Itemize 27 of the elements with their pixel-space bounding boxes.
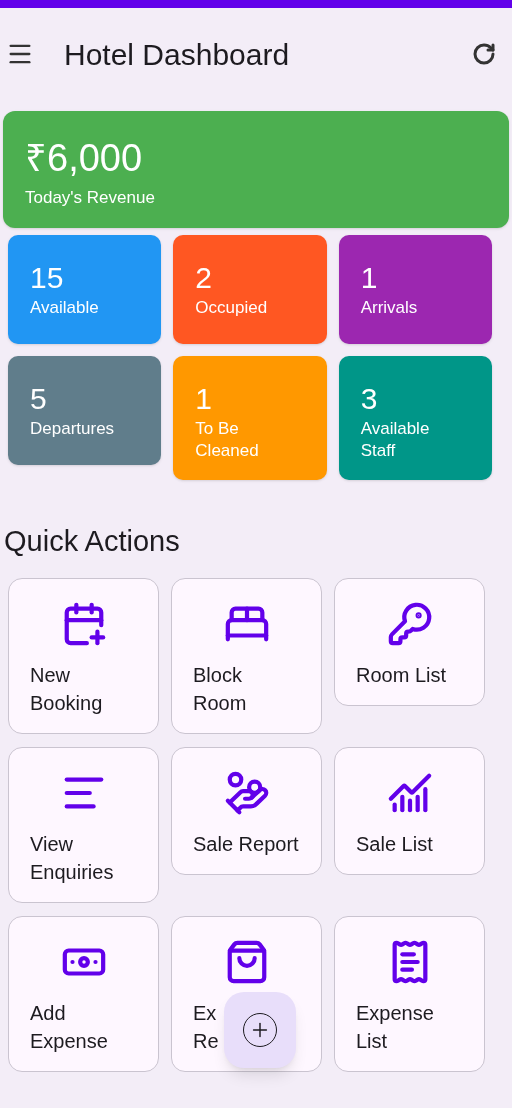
action-card[interactable]: Add Expense <box>8 915 159 1072</box>
app-title: Hotel Dashboard <box>64 36 290 73</box>
action-card[interactable]: Expense List <box>334 915 485 1072</box>
stat-value: 3 <box>360 382 379 416</box>
stat-label: Occupied <box>195 297 269 319</box>
stat-value: 2 <box>195 261 213 295</box>
key-icon <box>386 600 433 647</box>
action-card[interactable]: New Booking <box>8 577 159 734</box>
stat-value: 15 <box>30 261 65 295</box>
action-card[interactable]: Block Room <box>171 577 322 734</box>
add-fab[interactable] <box>224 992 296 1068</box>
stat-label: To Be Cleaned <box>195 418 260 462</box>
action-card[interactable]: Sale List <box>334 746 485 875</box>
stat-value: 1 <box>195 382 213 416</box>
stat-value: 5 <box>30 382 48 416</box>
hand-coins-icon <box>223 769 270 816</box>
action-card[interactable]: Sale Report <box>171 746 322 875</box>
revenue-amount: ₹6,000 <box>25 137 144 179</box>
stat-label: Available Staff <box>360 418 431 462</box>
stat-label: Departures <box>30 418 116 440</box>
section-title: Quick Actions <box>3 524 181 559</box>
action-card[interactable]: Room List <box>334 577 485 706</box>
action-card[interactable]: View Enquiries <box>8 746 159 903</box>
stat-label: Available <box>30 297 100 319</box>
revenue-label: Today's Revenue <box>25 187 156 209</box>
stat-value: 1 <box>360 261 379 295</box>
stat-label: Arrivals <box>360 297 419 319</box>
